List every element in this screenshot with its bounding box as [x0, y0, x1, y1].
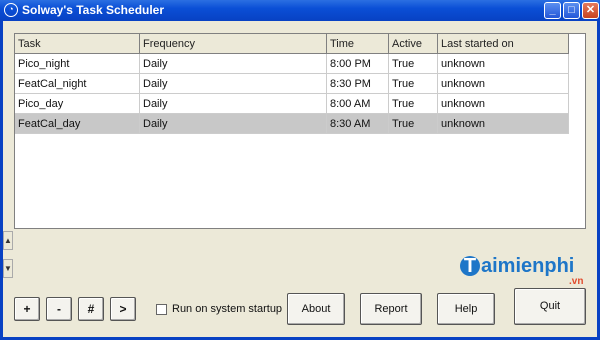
cell-frequency: Daily: [139, 73, 327, 94]
maximize-button[interactable]: □: [563, 2, 580, 19]
help-button[interactable]: Help: [437, 293, 495, 325]
cell-time: 8:30 PM: [326, 73, 389, 94]
cell-active: True: [388, 53, 438, 74]
column-header-time[interactable]: Time: [326, 34, 389, 54]
remove-button[interactable]: -: [46, 297, 72, 321]
scroll-up-button[interactable]: ▲: [3, 231, 13, 250]
about-button[interactable]: About: [287, 293, 345, 325]
next-button[interactable]: >: [110, 297, 136, 321]
number-button[interactable]: #: [78, 297, 104, 321]
table-header: Task Frequency Time Active Last started …: [15, 34, 569, 54]
cell-time: 8:30 AM: [326, 113, 389, 134]
title-bar: ◔ Solway's Task Scheduler _ □ ✕: [0, 0, 600, 21]
app-window: ◔ Solway's Task Scheduler _ □ ✕ Task Fre…: [0, 0, 600, 340]
cell-frequency: Daily: [139, 53, 327, 74]
watermark-initial: T: [460, 256, 480, 276]
minimize-button[interactable]: _: [544, 2, 561, 19]
cell-task: Pico_night: [15, 53, 140, 74]
cell-time: 8:00 AM: [326, 93, 389, 114]
column-header-last-started[interactable]: Last started on: [437, 34, 569, 54]
watermark-suffix: .vn: [569, 276, 584, 287]
watermark-brand: aimienphi: [481, 255, 575, 277]
cell-active: True: [388, 93, 438, 114]
table-row[interactable]: Pico_day Daily 8:00 AM True unknown: [15, 93, 569, 114]
cell-task: FeatCal_night: [15, 73, 140, 94]
add-button[interactable]: +: [14, 297, 40, 321]
cell-active: True: [388, 113, 438, 134]
cell-time: 8:00 PM: [326, 53, 389, 74]
table-row[interactable]: FeatCal_night Daily 8:30 PM True unknown: [15, 73, 569, 94]
cell-last-started: unknown: [437, 113, 569, 134]
watermark-logo: Taimienphi: [460, 255, 574, 278]
quit-button[interactable]: Quit: [514, 288, 586, 325]
close-button[interactable]: ✕: [582, 2, 599, 19]
scroll-down-button[interactable]: ▼: [3, 259, 13, 278]
cell-last-started: unknown: [437, 53, 569, 74]
column-header-task[interactable]: Task: [15, 34, 140, 54]
table-row-selected[interactable]: FeatCal_day Daily 8:30 AM True unknown: [15, 113, 569, 134]
report-button[interactable]: Report: [360, 293, 422, 325]
cell-active: True: [388, 73, 438, 94]
app-icon: ◔: [4, 3, 18, 17]
cell-frequency: Daily: [139, 93, 327, 114]
cell-last-started: unknown: [437, 73, 569, 94]
column-header-frequency[interactable]: Frequency: [139, 34, 327, 54]
window-title: Solway's Task Scheduler: [22, 3, 165, 17]
cell-last-started: unknown: [437, 93, 569, 114]
column-header-active[interactable]: Active: [388, 34, 438, 54]
table-row[interactable]: Pico_night Daily 8:00 PM True unknown: [15, 53, 569, 74]
cell-frequency: Daily: [139, 113, 327, 134]
startup-checkbox-label: Run on system startup: [172, 303, 283, 315]
task-table[interactable]: Task Frequency Time Active Last started …: [14, 33, 586, 229]
startup-checkbox[interactable]: [156, 304, 167, 315]
cell-task: Pico_day: [15, 93, 140, 114]
cell-task: FeatCal_day: [15, 113, 140, 134]
